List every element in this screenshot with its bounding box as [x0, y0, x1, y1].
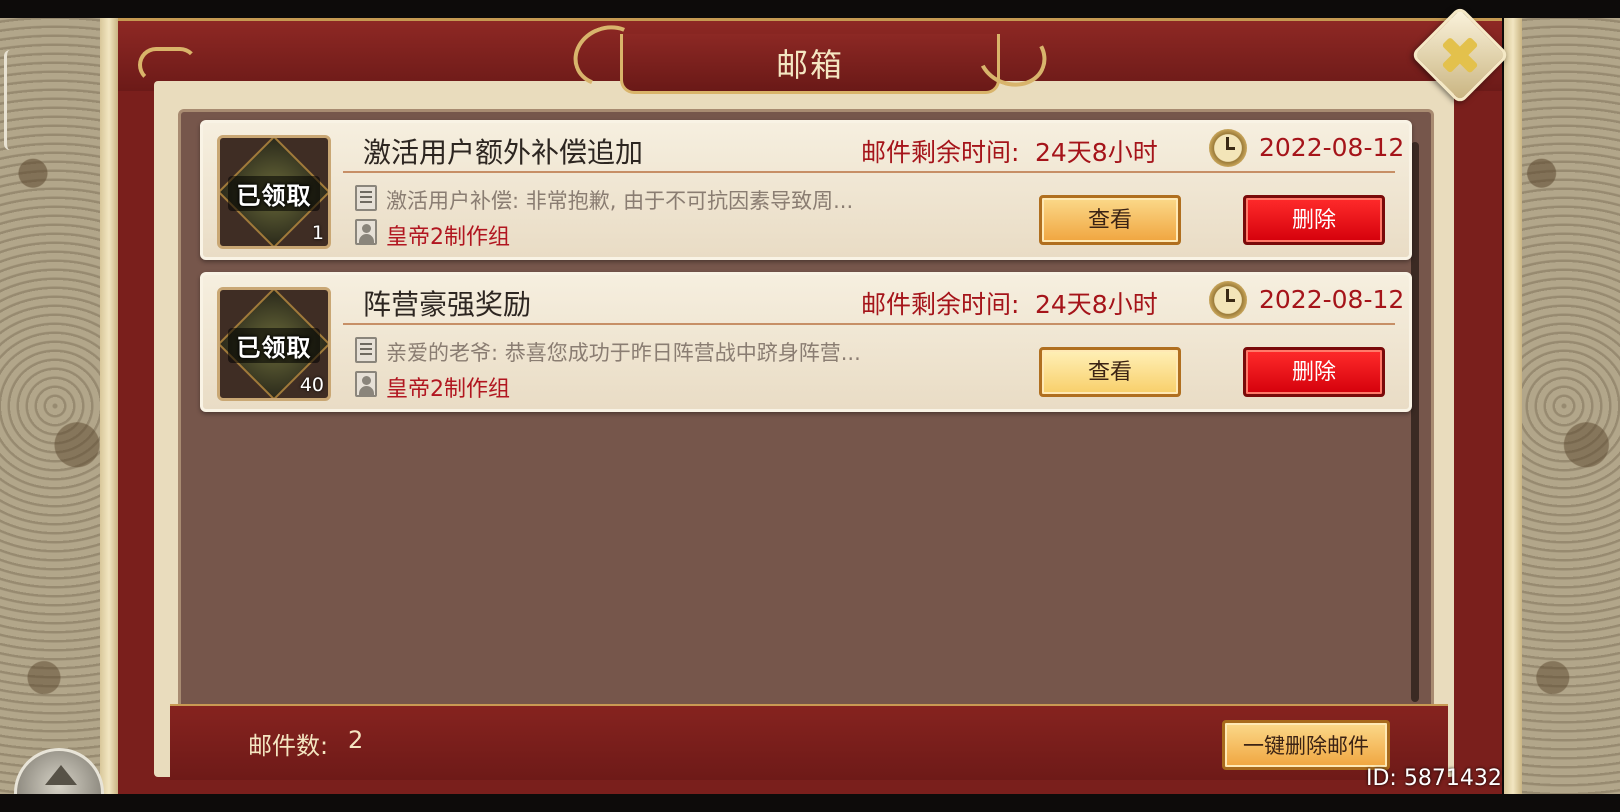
person-icon: [355, 371, 377, 397]
mail-item[interactable]: 已领取 1 激活用户额外补偿追加 邮件剩余时间: 24天8小时 2022-08-…: [200, 120, 1412, 260]
mail-count-label: 邮件数:: [248, 732, 329, 760]
attachment-count: 1: [311, 222, 324, 244]
mail-list-scrollbar[interactable]: [1411, 142, 1419, 702]
claimed-tag: 已领取: [228, 176, 320, 211]
mail-count-value: 2: [348, 726, 364, 754]
title-plaque: 邮箱: [564, 15, 1056, 97]
top-letterbox: [0, 0, 1620, 18]
person-icon: [355, 219, 377, 245]
view-button[interactable]: 查看: [1039, 347, 1181, 397]
clock-icon: [1209, 281, 1247, 319]
mail-sender: 皇帝2制作组: [386, 377, 510, 402]
mail-title: 激活用户额外补偿追加: [363, 136, 644, 169]
right-frame-pillar: [1504, 18, 1522, 794]
clock-icon: [1209, 129, 1247, 167]
attachment-count: 40: [299, 374, 324, 396]
attachment-slot[interactable]: 已领取 1: [217, 135, 331, 249]
document-icon: [355, 337, 377, 363]
view-button[interactable]: 查看: [1039, 195, 1181, 245]
claimed-tag: 已领取: [228, 328, 320, 363]
mail-divider: [343, 323, 1395, 325]
document-icon: [355, 185, 377, 211]
left-frame-pillar: [100, 18, 118, 794]
remaining-time-value: 24天8小时: [1035, 138, 1158, 167]
window-title: 邮箱: [775, 46, 844, 84]
mail-date: 2022-08-12: [1259, 285, 1405, 314]
corner-scroll-deco: [138, 47, 198, 83]
mail-divider: [343, 171, 1395, 173]
close-icon: [1426, 21, 1494, 89]
mail-item[interactable]: 已领取 40 阵营豪强奖励 邮件剩余时间: 24天8小时 2022-08-12 …: [200, 272, 1412, 412]
remaining-time-value: 24天8小时: [1035, 290, 1158, 319]
delete-button[interactable]: 删除: [1243, 347, 1385, 397]
delete-all-mail-button[interactable]: 一键删除邮件: [1222, 720, 1390, 770]
mail-title: 阵营豪强奖励: [363, 288, 532, 321]
mail-preview: 激活用户补偿: 非常抱歉, 由于不可抗因素导致周...: [386, 189, 854, 213]
delete-button[interactable]: 删除: [1243, 195, 1385, 245]
bottom-letterbox: [0, 794, 1620, 812]
mail-sender: 皇帝2制作组: [386, 225, 510, 250]
attachment-slot[interactable]: 已领取 40: [217, 287, 331, 401]
right-dragon-panel: [1508, 18, 1620, 794]
player-id: ID: 5871432: [1366, 766, 1502, 791]
mail-date: 2022-08-12: [1259, 133, 1405, 162]
remaining-time-label: 邮件剩余时间:: [861, 138, 1020, 167]
home-arrow-icon: [45, 765, 77, 785]
left-dragon-panel: [0, 18, 110, 794]
left-edge-handle: [4, 50, 10, 150]
remaining-time-label: 邮件剩余时间:: [861, 290, 1020, 319]
mail-preview: 亲爱的老爷: 恭喜您成功于昨日阵营战中跻身阵营...: [386, 341, 861, 365]
